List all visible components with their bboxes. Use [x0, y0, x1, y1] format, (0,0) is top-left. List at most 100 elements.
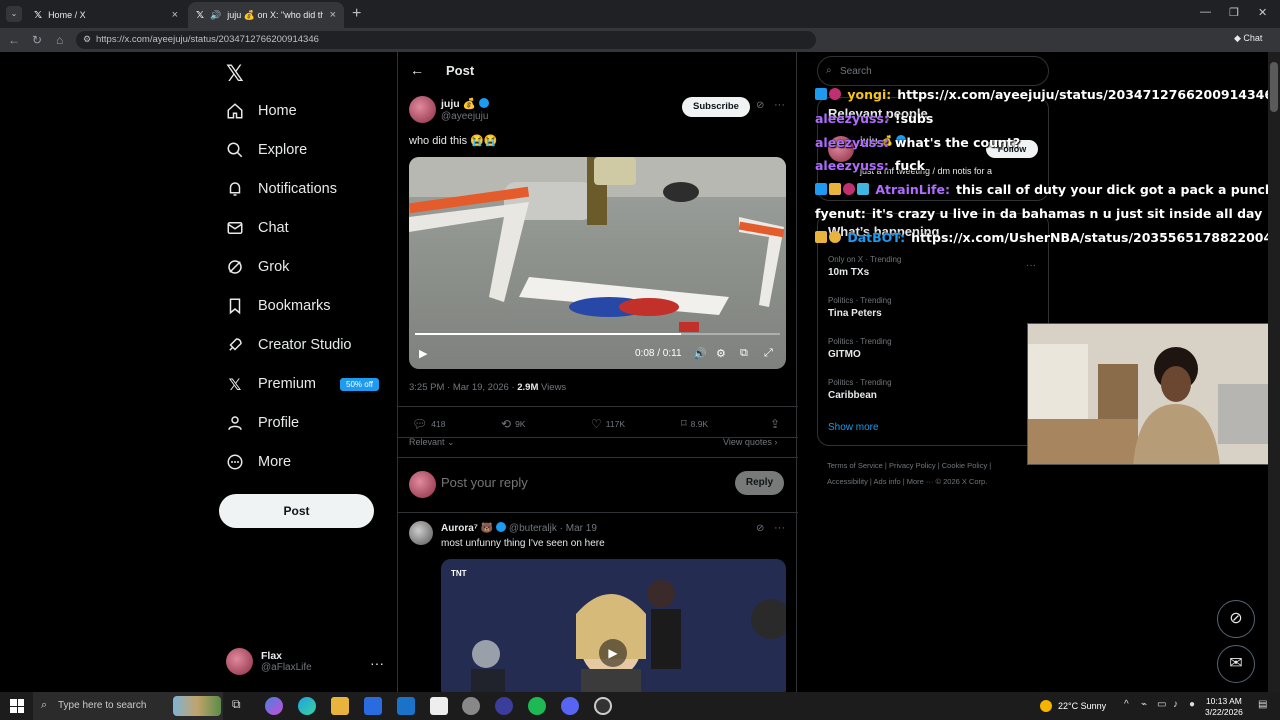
grok-icon[interactable]: ⊘ [756, 523, 764, 534]
reply-video[interactable]: TNT ▶ [441, 559, 786, 692]
trend-item[interactable]: Only on X · Trending 10m TXs [828, 255, 901, 278]
footer-line[interactable]: Terms of Service | Privacy Policy | Cook… [827, 458, 1047, 474]
post-button[interactable]: Post [219, 494, 374, 528]
view-quotes-link[interactable]: View quotes › [723, 437, 777, 447]
avatar[interactable] [409, 96, 436, 123]
trend-name: Caribbean [828, 390, 877, 401]
close-tab-icon[interactable]: × [172, 9, 178, 21]
nav-notifications[interactable]: Notifications [226, 174, 337, 204]
back-arrow-icon[interactable]: ← [410, 62, 424, 78]
vpn-icon[interactable] [462, 697, 480, 715]
nav-grok[interactable]: Grok [226, 252, 289, 282]
author-handle[interactable]: @ayeejuju [441, 111, 488, 122]
store-icon[interactable] [364, 697, 382, 715]
reply-tweet[interactable]: Aurora⁷ 🐻 @buteraljk · Mar 19 most unfun… [398, 513, 798, 692]
chat-message: aleezyuss: what's the count? [815, 135, 1020, 150]
nav-profile[interactable]: Profile [226, 408, 299, 438]
new-tab-button[interactable]: + [352, 5, 361, 23]
grok-fab-icon[interactable]: ⊘ [1217, 600, 1255, 638]
volume-icon[interactable]: 🔊 [693, 347, 707, 360]
close-tab-icon[interactable]: × [330, 9, 336, 21]
restore-icon[interactable]: ❐ [1229, 6, 1239, 19]
copilot-icon[interactable] [265, 697, 283, 715]
display-icon[interactable]: ▭ [1157, 699, 1166, 710]
avatar[interactable] [409, 521, 433, 545]
taskbar-clock[interactable]: 10:13 AM 3/22/2026 [1205, 696, 1243, 718]
trend-item[interactable]: Politics · Trending Caribbean [828, 378, 892, 401]
network-icon[interactable]: ⌁ [1141, 699, 1147, 710]
nav-explore[interactable]: Explore [226, 135, 307, 165]
speaker-icon[interactable]: 🔊 [210, 10, 221, 21]
reply-author[interactable]: Aurora⁷ 🐻 @buteraljk · Mar 19 [441, 522, 597, 534]
footer-line[interactable]: Accessibility | Ads info | More ··· © 20… [827, 474, 1047, 490]
tab-home[interactable]: 𝕏 Home / X × [26, 2, 186, 28]
share-action[interactable]: ⇪ [770, 417, 780, 431]
search-input[interactable]: ⌕ Search [817, 56, 1049, 86]
notifications-icon[interactable]: ▤ [1258, 699, 1267, 710]
notepad-icon[interactable] [430, 697, 448, 715]
messages-fab-icon[interactable]: ✉ [1217, 645, 1255, 683]
bookmark-action[interactable]: ⌑ 8.9K [681, 417, 708, 430]
back-icon[interactable]: ← [8, 33, 20, 47]
play-icon[interactable]: ▶ [419, 347, 427, 360]
file-explorer-icon[interactable] [331, 697, 349, 715]
fullscreen-icon[interactable]: ⤢ [764, 347, 773, 360]
more-dots-icon[interactable]: ··· [774, 99, 785, 111]
settings-icon[interactable]: ⚙ [716, 347, 726, 360]
like-action[interactable]: ♡ 117K [591, 417, 625, 431]
obs-icon[interactable] [594, 697, 612, 715]
footer-links[interactable]: Terms of Service | Privacy Policy | Cook… [827, 458, 1047, 490]
mail-icon[interactable] [397, 697, 415, 715]
x-page: 𝕏 Home Explore Notifications Chat Grok B… [0, 52, 1280, 692]
volume-icon[interactable]: ♪ [1173, 699, 1178, 710]
spotify-icon[interactable] [528, 697, 546, 715]
reply-input[interactable] [441, 475, 721, 490]
address-bar[interactable]: ⚙ https://x.com/ayeejuju/status/20347127… [76, 31, 816, 49]
account-switcher[interactable]: Flax @aFlaxLife [226, 648, 312, 675]
close-window-icon[interactable]: ✕ [1258, 6, 1267, 19]
author-name[interactable]: juju 💰 [441, 97, 489, 110]
more-dots-icon[interactable]: ··· [1026, 260, 1036, 271]
grok-icon[interactable]: ⊘ [756, 100, 764, 111]
reload-icon[interactable]: ↻ [32, 33, 42, 47]
picture-in-picture-icon[interactable]: ⧉ [740, 347, 748, 360]
weather-widget[interactable]: 22°C Sunny [1040, 700, 1106, 712]
reply-sort-dropdown[interactable]: Relevant ⌄ [409, 437, 455, 448]
repost-action[interactable]: ⟲ 9K [501, 417, 525, 431]
reply-action[interactable]: 💬︎ 418 [412, 417, 445, 431]
tab-search-button[interactable]: ⌄ [6, 6, 22, 22]
minimize-icon[interactable]: — [1200, 6, 1211, 18]
trend-item[interactable]: Politics · Trending Tina Peters [828, 296, 892, 319]
app-icon[interactable] [495, 697, 513, 715]
page-scrollbar[interactable] [1268, 52, 1280, 692]
taskbar-search[interactable]: ⌕ Type here to search [33, 692, 223, 720]
x-logo-icon[interactable]: 𝕏 [226, 62, 244, 87]
microphone-icon[interactable]: ● [1189, 699, 1195, 710]
reply-button[interactable]: Reply [735, 471, 784, 495]
tab-post[interactable]: 𝕏 🔊 juju 💰 on X: "who did this 😭 × [188, 2, 344, 28]
video-player[interactable]: ▶ 0:08 / 0:11 🔊 ⚙ ⧉ ⤢ [409, 157, 786, 369]
subscribe-button[interactable]: Subscribe [682, 97, 750, 117]
trend-item[interactable]: Politics · Trending GITMO [828, 337, 892, 360]
windows-start-icon[interactable] [10, 699, 24, 713]
home-icon[interactable]: ⌂ [56, 33, 63, 47]
nav-home[interactable]: Home [226, 96, 297, 126]
chat-button[interactable]: ◆ Chat [1234, 33, 1262, 44]
edge-icon[interactable] [298, 697, 316, 715]
site-info-icon[interactable]: ⚙ [83, 34, 91, 45]
video-progress-bar[interactable] [415, 333, 780, 335]
nav-more[interactable]: More [226, 447, 291, 477]
discord-icon[interactable] [561, 697, 579, 715]
nav-chat[interactable]: Chat [226, 213, 289, 243]
play-icon[interactable]: ▶ [599, 639, 627, 667]
show-more-link[interactable]: Show more [828, 422, 879, 433]
scrollbar-thumb[interactable] [1270, 62, 1278, 112]
chevron-up-icon[interactable]: ^ [1124, 699, 1129, 710]
task-view-icon[interactable]: ⧉ [232, 697, 250, 715]
more-dots-icon[interactable]: ··· [774, 522, 785, 534]
post-timestamp[interactable]: 3:25 PM · Mar 19, 2026 · [409, 382, 517, 393]
more-dots-icon[interactable]: ··· [370, 655, 384, 671]
nav-bookmarks[interactable]: Bookmarks [226, 291, 331, 321]
nav-creator-studio[interactable]: Creator Studio [226, 330, 352, 360]
nav-premium[interactable]: 𝕏 Premium 50% off [226, 369, 379, 399]
